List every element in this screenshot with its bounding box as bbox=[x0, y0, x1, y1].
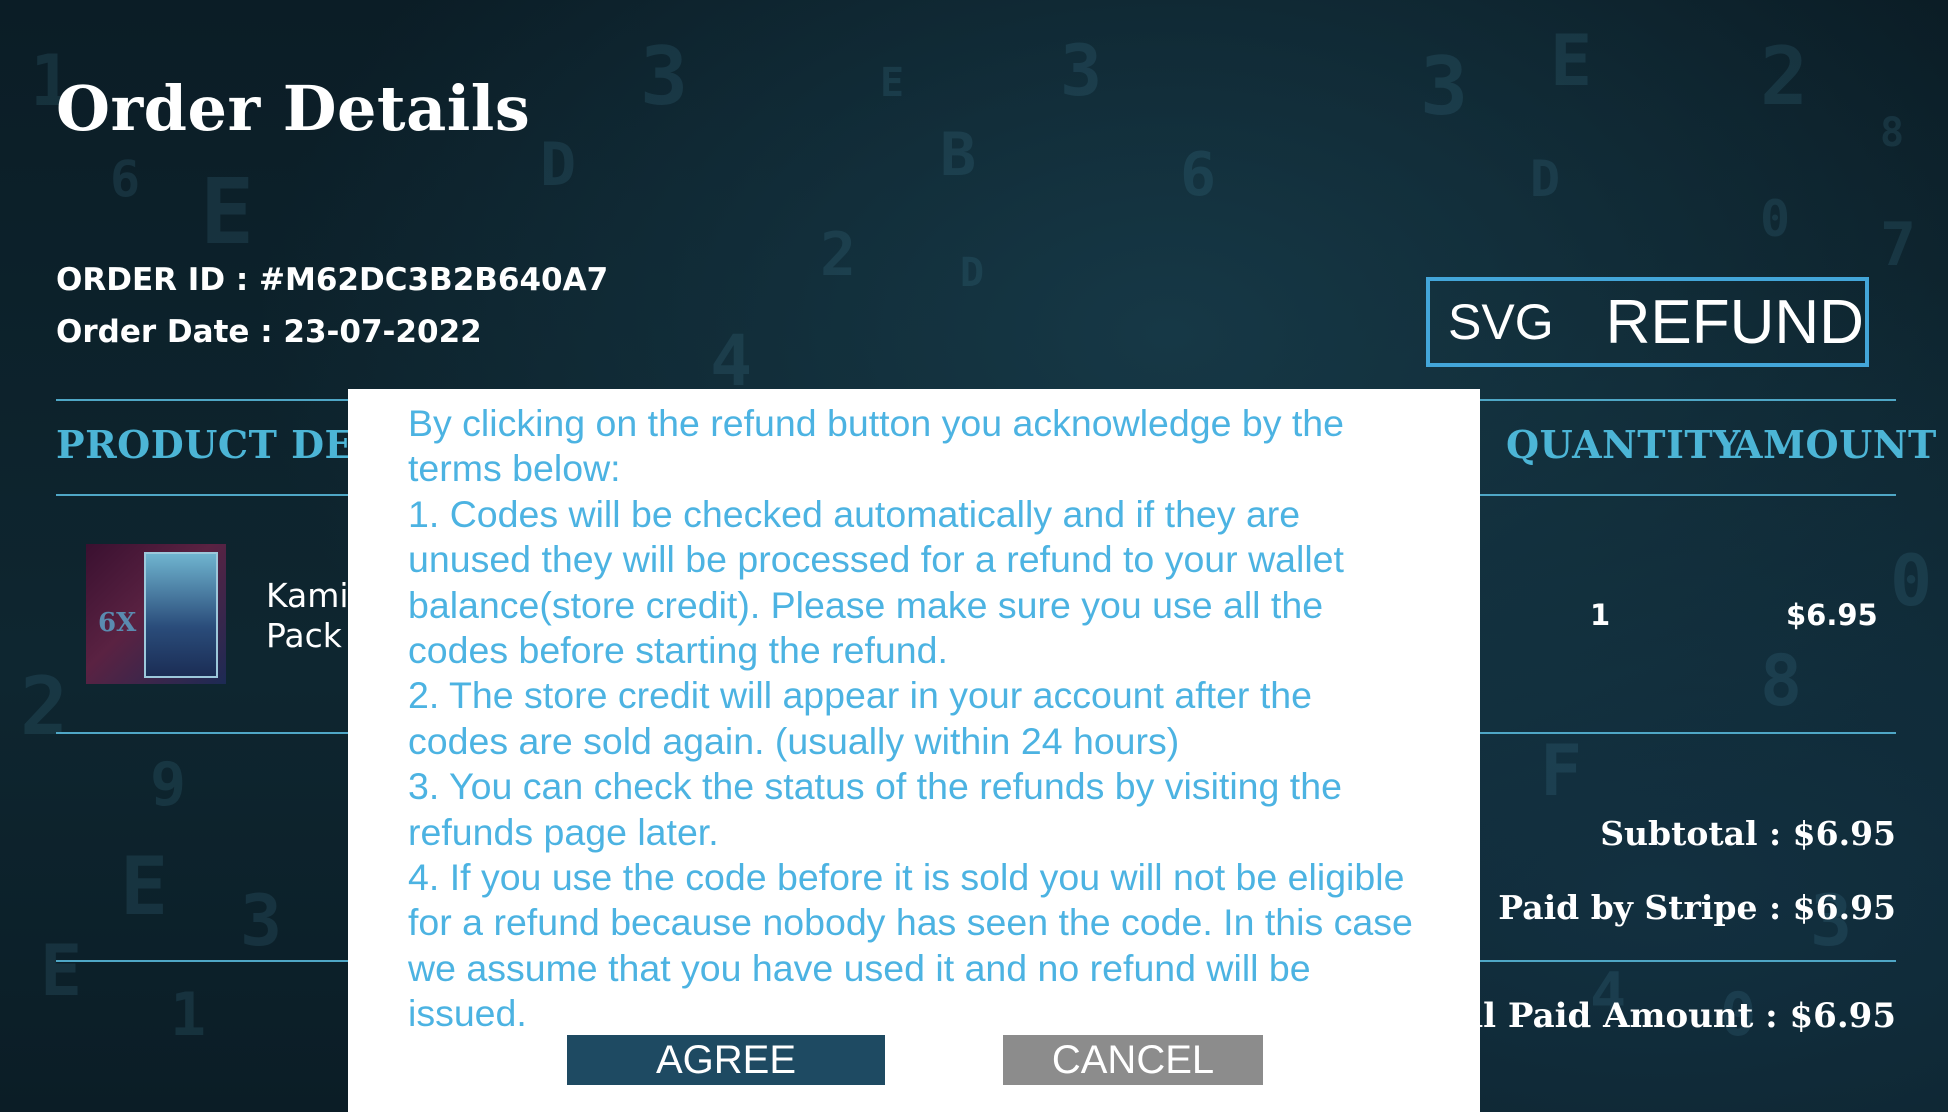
page-title: Order Details bbox=[56, 72, 531, 145]
column-header-amount: AMOUNT bbox=[1733, 422, 1937, 467]
order-id: ORDER ID : #M62DC3B2B640A7 bbox=[56, 262, 609, 298]
product-name[interactable]: Kamigawa Pack bbox=[266, 576, 346, 656]
product-amount: $6.95 bbox=[1786, 598, 1878, 632]
product-quantity: 1 bbox=[1590, 598, 1611, 632]
product-card-image bbox=[144, 552, 218, 678]
modal-term-1: 1. Codes will be checked automatically a… bbox=[408, 492, 1344, 672]
product-thumb-badge: 6X bbox=[98, 608, 137, 638]
product-thumbnail: 6X bbox=[86, 544, 226, 684]
refund-terms-modal: By clicking on the refund button you ack… bbox=[348, 389, 1480, 1112]
product-name-line1: Kamigawa bbox=[266, 576, 346, 615]
agree-button[interactable]: AGREE bbox=[567, 1035, 885, 1085]
order-date: Order Date : 23-07-2022 bbox=[56, 314, 482, 350]
modal-term-4: 4. If you use the code before it is sold… bbox=[408, 856, 1413, 1035]
modal-term-2: 2. The store credit will appear in your … bbox=[408, 674, 1312, 762]
refund-button[interactable]: SVG REFUND bbox=[1426, 277, 1869, 367]
modal-term-3: 3. You can check the status of the refun… bbox=[408, 765, 1342, 853]
paid-by-stripe: Paid by Stripe : $6.95 bbox=[1498, 888, 1896, 927]
modal-terms-text: By clicking on the refund button you ack… bbox=[408, 401, 1420, 1037]
subtotal: Subtotal : $6.95 bbox=[1600, 814, 1896, 853]
cancel-button[interactable]: CANCEL bbox=[1003, 1035, 1263, 1085]
product-name-line2: Pack bbox=[266, 616, 342, 655]
refund-button-label: REFUND bbox=[1605, 287, 1864, 357]
column-header-quantity: QUANTITY bbox=[1506, 422, 1741, 467]
modal-intro: By clicking on the refund button you ack… bbox=[408, 402, 1345, 490]
refund-button-prefix: SVG bbox=[1448, 294, 1554, 350]
